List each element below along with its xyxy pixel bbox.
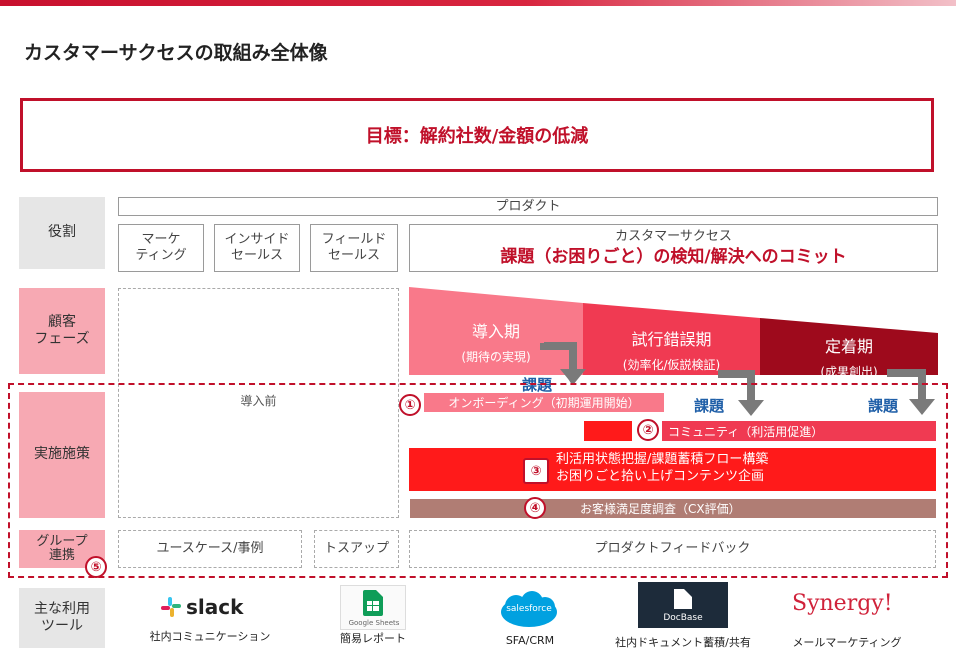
sheets-icon bbox=[363, 590, 383, 616]
tool-caption-sheets: 簡易レポート bbox=[340, 632, 406, 645]
synergy-logo: Synergy! bbox=[792, 588, 902, 618]
tool-caption-slack: 社内コミュニケーション bbox=[149, 630, 271, 643]
docbase-icon bbox=[674, 589, 692, 609]
slack-wordmark: slack bbox=[186, 595, 244, 619]
tool-caption-docbase: 社内ドキュメント蓄積/共有 bbox=[615, 636, 751, 649]
google-sheets-logo: Google Sheets bbox=[340, 585, 406, 630]
tool-caption-synergy: メールマーケティング bbox=[792, 636, 902, 649]
salesforce-wordmark: salesforce bbox=[506, 604, 552, 614]
slack-logo: slack bbox=[160, 592, 270, 622]
synergy-wordmark: Synergy! bbox=[792, 590, 893, 616]
slack-icon bbox=[161, 597, 181, 617]
docbase-wordmark: DocBase bbox=[663, 613, 703, 623]
salesforce-logo: salesforce bbox=[498, 590, 560, 630]
measures-frame bbox=[8, 383, 948, 578]
docbase-logo: DocBase bbox=[638, 582, 728, 628]
measure-5-number: ⑤ bbox=[85, 556, 107, 578]
tool-caption-salesforce: SFA/CRM bbox=[505, 634, 555, 647]
sheets-wordmark: Google Sheets bbox=[348, 619, 400, 627]
